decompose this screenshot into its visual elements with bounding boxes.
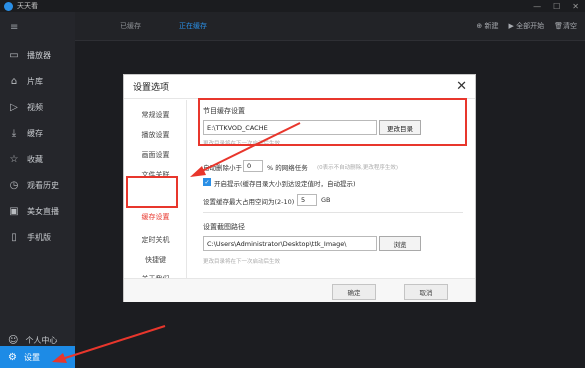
dialog-nav-hotkeys[interactable]: 快捷键 <box>124 255 187 265</box>
prompt-checkbox[interactable]: ✓ <box>203 178 211 186</box>
max-space-label: 设置缓存最大占用空间为(2-10) <box>203 198 295 206</box>
play-circle-icon: ▷ <box>10 101 18 113</box>
screenshot-section-title: 设置截图路径 <box>203 223 245 231</box>
sidebar-item-favorites[interactable]: ☆ 收藏 <box>0 146 75 172</box>
sidebar-item-library[interactable]: ⌂ 片库 <box>0 68 75 94</box>
sidebar-item-label: 视频 <box>27 102 43 112</box>
divider <box>75 40 585 41</box>
sidebar-item-video[interactable]: ▷ 视频 <box>0 94 75 120</box>
highlight-box <box>198 98 467 146</box>
browse-button[interactable]: 浏览 <box>379 236 421 251</box>
auto-delete-input[interactable]: 0 <box>243 160 263 172</box>
download-icon: ⤓ <box>11 127 17 139</box>
start-all-label: 全部开始 <box>516 22 545 30</box>
maximize-icon[interactable]: ☐ <box>553 2 560 11</box>
app-title: 天天看 <box>17 2 38 10</box>
clear-button[interactable]: 🗑清空 <box>554 21 577 31</box>
dialog-nav-display[interactable]: 画面设置 <box>124 150 187 160</box>
home-icon: ⌂ <box>10 75 18 87</box>
sidebar-item-label: 片库 <box>27 76 43 86</box>
sidebar-item-mobile[interactable]: ▯ 手机版 <box>0 224 75 250</box>
sidebar-item-label: 手机版 <box>27 232 51 242</box>
clock-icon: ◷ <box>9 179 19 191</box>
max-space-input[interactable]: 5 <box>297 194 317 206</box>
main-tabs: 已缓存 正在缓存 ⊕ 新建 ▶ 全部开始 🗑清空 <box>75 12 585 40</box>
auto-delete-hint: (0表示不自动删除,更改程序生效) <box>317 165 399 171</box>
clear-label: 清空 <box>563 22 577 30</box>
sidebar: ≡ ▭ 播放器 ⌂ 片库 ▷ 视频 ⤓ 缓存 ☆ 收藏 ◷ 观看历史 ▣ 美女直… <box>0 12 75 368</box>
sidebar-item-label: 播放器 <box>27 50 51 60</box>
ok-button[interactable]: 确定 <box>332 284 376 300</box>
title-bar: 天天看 — ☐ ✕ <box>0 0 585 12</box>
dialog-header: 设置选项 <box>124 75 475 99</box>
window-controls: — ☐ ✕ <box>533 0 579 12</box>
dialog-nav-general[interactable]: 常规设置 <box>124 110 187 120</box>
sidebar-item-label: 缓存 <box>27 128 43 138</box>
user-icon: ☺ <box>8 334 19 346</box>
tv-icon: ▭ <box>9 49 19 61</box>
dialog-title: 设置选项 <box>133 83 170 93</box>
gear-icon: ⚙ <box>8 351 17 363</box>
divider <box>203 212 463 213</box>
sidebar-item-label: 美女直播 <box>27 206 59 216</box>
prompt-checkbox-label: 开启提示(缓存目录大小到达设定值时，自动提示) <box>214 180 356 188</box>
new-button[interactable]: ⊕ 新建 <box>476 21 498 31</box>
tab-caching[interactable]: 正在缓存 <box>179 21 207 31</box>
settings-dialog: 设置选项 ✕ 常规设置 播放设置 画面设置 文件关联 缓存设置 定时关机 快捷键… <box>123 74 476 302</box>
phone-icon: ▯ <box>11 231 17 243</box>
highlight-box <box>126 176 178 208</box>
auto-delete-suffix: % 的网络任务 <box>267 164 308 172</box>
sidebar-item-label: 收藏 <box>27 154 43 164</box>
close-icon[interactable]: ✕ <box>456 79 467 94</box>
sidebar-item-cache[interactable]: ⤓ 缓存 <box>0 120 75 146</box>
new-label: 新建 <box>484 22 499 30</box>
top-actions: ⊕ 新建 ▶ 全部开始 🗑清空 <box>476 12 577 40</box>
sidebar-nav: ▭ 播放器 ⌂ 片库 ▷ 视频 ⤓ 缓存 ☆ 收藏 ◷ 观看历史 ▣ 美女直播 … <box>0 42 75 250</box>
tab-cached[interactable]: 已缓存 <box>120 21 141 31</box>
start-all-button[interactable]: ▶ 全部开始 <box>509 21 545 31</box>
menu-icon[interactable]: ≡ <box>10 22 18 33</box>
star-icon: ☆ <box>9 153 19 165</box>
screenshot-path-input[interactable]: C:\Users\Administrator\Desktop\ttk_Image… <box>203 236 377 251</box>
max-space-unit: GB <box>321 196 331 204</box>
dialog-nav-playback[interactable]: 播放设置 <box>124 130 187 140</box>
close-icon[interactable]: ✕ <box>572 2 579 11</box>
dialog-nav-timer-shutdown[interactable]: 定时关机 <box>124 235 187 245</box>
sidebar-item-label: 个人中心 <box>25 335 58 345</box>
auto-delete-prefix: 自动删除小于 <box>203 164 242 172</box>
screenshot-path-hint: 更改目录将在下一次启动后生效 <box>203 259 281 265</box>
sidebar-item-settings[interactable]: ⚙ 设置 <box>0 346 75 368</box>
tv-live-icon: ▣ <box>9 205 19 217</box>
sidebar-item-label: 设置 <box>23 352 40 362</box>
sidebar-item-history[interactable]: ◷ 观看历史 <box>0 172 75 198</box>
dialog-nav-cache[interactable]: 缓存设置 <box>124 212 187 222</box>
app-logo-icon <box>4 1 13 11</box>
sidebar-item-player[interactable]: ▭ 播放器 <box>0 42 75 68</box>
cancel-button[interactable]: 取消 <box>404 284 448 300</box>
sidebar-item-label: 观看历史 <box>27 180 59 190</box>
minimize-icon[interactable]: — <box>533 2 541 11</box>
dialog-footer: 确定 取消 <box>124 278 475 302</box>
sidebar-item-live[interactable]: ▣ 美女直播 <box>0 198 75 224</box>
